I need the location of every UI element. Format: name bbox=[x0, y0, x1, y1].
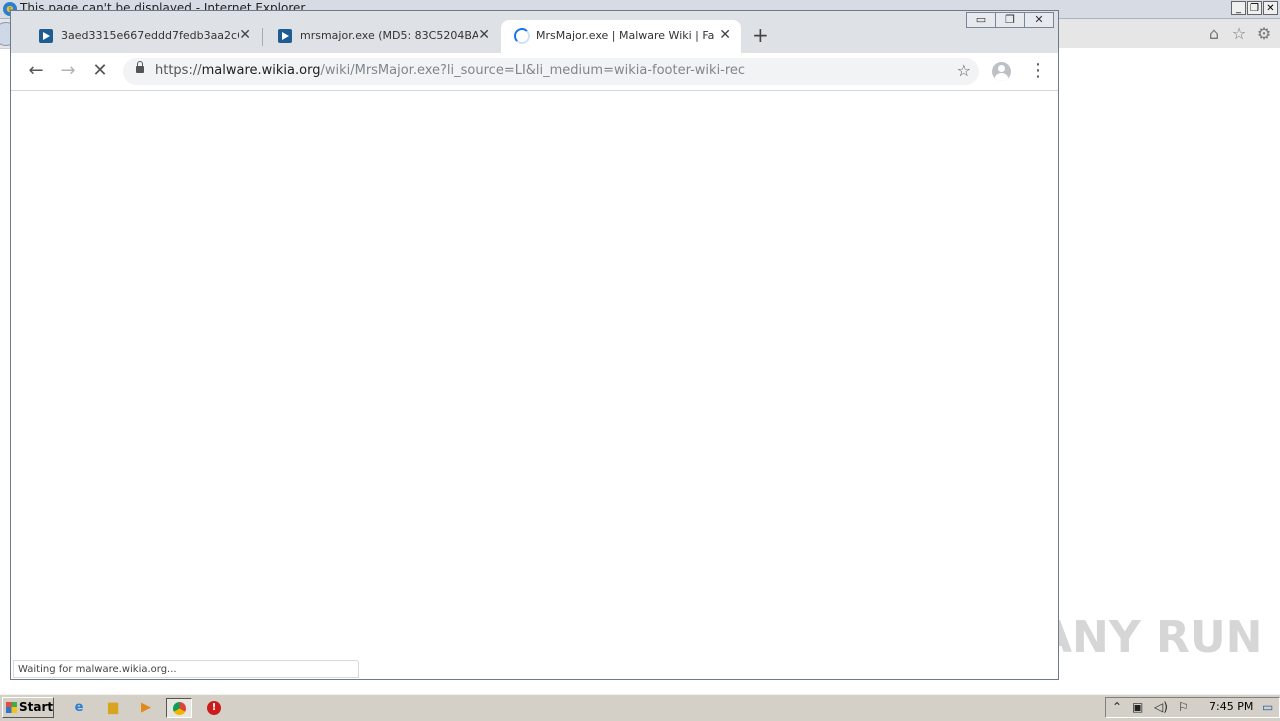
chrome-minimize-button[interactable]: ▭ bbox=[966, 12, 996, 28]
chrome-window: 3aed3315e667eddd7fedb3aa2c65af ✕ mrsmajo… bbox=[10, 10, 1059, 680]
status-bubble: Waiting for malware.wikia.org... bbox=[13, 660, 359, 678]
start-button[interactable]: Start bbox=[2, 697, 54, 718]
page-content bbox=[11, 91, 1058, 679]
clock[interactable]: 7:45 PM bbox=[1209, 700, 1253, 713]
back-arrow-icon[interactable]: ← bbox=[26, 61, 46, 81]
file-explorer-icon[interactable]: ▆ bbox=[100, 698, 126, 718]
loading-spinner-icon bbox=[514, 28, 530, 44]
chrome-menu-icon[interactable]: ⋮ bbox=[1029, 61, 1047, 81]
system-tray: ⌃ ▣ ◁) ⚐ ▭ bbox=[1105, 697, 1280, 718]
ie-window-controls: _ ❐ ✕ bbox=[1231, 1, 1278, 15]
lock-icon[interactable] bbox=[136, 61, 144, 73]
tab-strip: 3aed3315e667eddd7fedb3aa2c65af ✕ mrsmajo… bbox=[11, 11, 1058, 53]
close-tab-icon[interactable]: ✕ bbox=[239, 27, 251, 43]
bookmark-star-icon[interactable]: ☆ bbox=[957, 62, 971, 80]
forward-arrow-icon[interactable]: → bbox=[58, 61, 78, 81]
close-tab-icon[interactable]: ✕ bbox=[719, 27, 731, 43]
ie-restore-button[interactable]: ❐ bbox=[1247, 1, 1262, 15]
start-label: Start bbox=[19, 700, 54, 714]
url-host: malware.wikia.org bbox=[201, 63, 321, 78]
show-desktop-icon[interactable]: ▭ bbox=[1262, 700, 1273, 714]
address-bar[interactable]: https://malware.wikia.org/wiki/MrsMajor.… bbox=[123, 58, 979, 85]
chrome-restore-button[interactable]: ❐ bbox=[995, 12, 1025, 28]
tab-mrsmajor-wiki[interactable]: MrsMajor.exe | Malware Wiki | Fandom ✕ bbox=[501, 20, 741, 53]
tab-mrsmajor-md5[interactable]: mrsmajor.exe (MD5: 83C5204BACB4 ✕ bbox=[264, 20, 500, 53]
anyrun-favicon-icon bbox=[39, 29, 53, 43]
url-scheme: https:// bbox=[155, 63, 202, 78]
tab-anyrun-task[interactable]: 3aed3315e667eddd7fedb3aa2c65af ✕ bbox=[25, 20, 261, 53]
stop-sign-icon[interactable]: ! bbox=[201, 698, 227, 718]
profile-avatar-icon[interactable] bbox=[992, 62, 1011, 81]
network-icon[interactable]: ▣ bbox=[1132, 700, 1143, 714]
url-path: /wiki/MrsMajor.exe?li_source=LI&li_mediu… bbox=[320, 63, 746, 78]
chrome-window-controls: ▭ ❐ ✕ bbox=[966, 12, 1054, 28]
anyrun-favicon-icon bbox=[278, 29, 292, 43]
chrome-toolbar: ← → ✕ https://malware.wikia.org/wiki/Mrs… bbox=[11, 53, 1058, 91]
new-tab-button[interactable]: + bbox=[752, 25, 769, 45]
gear-icon[interactable]: ⚙ bbox=[1254, 24, 1274, 44]
media-player-icon[interactable]: ▶ bbox=[133, 698, 159, 718]
close-tab-icon[interactable]: ✕ bbox=[478, 27, 490, 43]
url-text[interactable]: https://malware.wikia.org/wiki/MrsMajor.… bbox=[155, 63, 745, 78]
anyrun-watermark: ANY RUN bbox=[1038, 612, 1263, 663]
tab-separator bbox=[262, 28, 263, 46]
ie-content-area bbox=[1059, 48, 1280, 690]
action-center-flag-icon[interactable]: ⚐ bbox=[1178, 700, 1189, 714]
stop-loading-icon[interactable]: ✕ bbox=[90, 61, 110, 81]
home-icon[interactable]: ⌂ bbox=[1204, 24, 1224, 44]
ie-close-button[interactable]: ✕ bbox=[1263, 1, 1278, 15]
tab-title: 3aed3315e667eddd7fedb3aa2c65af bbox=[61, 29, 239, 42]
chrome-taskbar-icon[interactable] bbox=[166, 698, 192, 718]
ie-minimize-button[interactable]: _ bbox=[1231, 1, 1246, 15]
tab-title: mrsmajor.exe (MD5: 83C5204BACB4 bbox=[300, 29, 478, 42]
windows-logo-icon bbox=[6, 702, 17, 713]
internet-explorer-icon[interactable]: e bbox=[66, 698, 92, 718]
volume-icon[interactable]: ◁) bbox=[1154, 700, 1168, 714]
tab-title: MrsMajor.exe | Malware Wiki | Fandom bbox=[536, 29, 714, 42]
taskbar: Start e ▆ ▶ ! ⌃ ▣ ◁) ⚐ ▭ 7:45 PM bbox=[0, 694, 1280, 721]
chrome-close-button[interactable]: ✕ bbox=[1024, 12, 1054, 28]
favorites-star-icon[interactable]: ☆ bbox=[1229, 24, 1249, 44]
show-hidden-icon[interactable]: ⌃ bbox=[1112, 700, 1122, 714]
